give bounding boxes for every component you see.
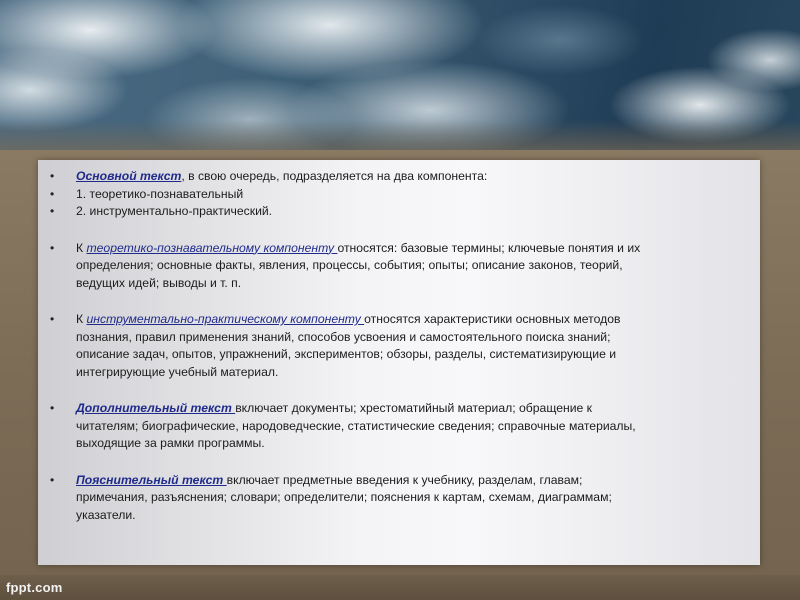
bullet-marker: • [50, 240, 55, 255]
content-panel: • Основной текст, в свою очередь, подраз… [38, 160, 760, 565]
text-segment: 2. инструментально-практический. [76, 204, 273, 218]
bullet-marker: • [50, 186, 55, 201]
bullet-component-2: • 2. инструментально-практический. [50, 203, 756, 221]
footer-bar [0, 575, 800, 600]
bullet-main-text: • Основной текст, в свою очередь, подраз… [50, 168, 756, 186]
text-segment: включает документы; хрестоматийный матер… [235, 401, 593, 415]
term-theoretical-component: теоретико-познавательному компоненту [86, 240, 338, 255]
text-segment: включает предметные введения к учебнику,… [226, 472, 583, 487]
bullet-marker: • [50, 204, 55, 218]
text-segment: определения; основные факты, явления, пр… [76, 258, 623, 272]
footer-brand: fppt.com [6, 580, 63, 595]
term-additional-text: Дополнительный текст [76, 401, 236, 415]
term-main-text: Основной текст [76, 169, 182, 183]
text-segment: указатели. [76, 507, 136, 522]
term-instrumental-component: инструментально-практическому компоненту [86, 312, 365, 326]
sky-header-image [0, 0, 800, 160]
bullet-marker: • [50, 169, 55, 183]
text-segment: читателям; биографические, народоведческ… [76, 418, 636, 433]
text-segment: описание задач, опытов, упражнений, эксп… [76, 347, 617, 361]
text-segment: 1. теоретико-познавательный [76, 186, 244, 201]
text-segment: познания, правил применения знаний, спос… [76, 329, 611, 344]
bullet-marker: • [50, 472, 55, 487]
text-segment: ведущих идей; выводы и т. п. [76, 275, 242, 290]
bullet-instrumental-component: • К инструментально-практическому компон… [50, 311, 756, 381]
text-segment: К [76, 312, 87, 326]
text-segment: , в свою очередь, подразделяется на два … [181, 169, 488, 183]
bullet-theoretical-component: • К теоретико-познавательному компоненту… [50, 240, 756, 293]
text-segment: примечания, разъяснения; словари; опреде… [76, 490, 612, 504]
slide-text: • Основной текст, в свою очередь, подраз… [50, 168, 756, 525]
bullet-marker: • [50, 401, 55, 415]
bullet-additional-text: • Дополнительный текст включает документ… [50, 400, 756, 453]
text-segment: относятся характеристики основных методо… [364, 312, 621, 326]
text-segment: К [76, 240, 87, 255]
text-segment: выходящие за рамки программы. [76, 436, 265, 450]
bullet-explanatory-text: • Пояснительный текст включает предметны… [50, 472, 756, 525]
text-segment: относятся: базовые термины; ключевые пон… [337, 240, 641, 255]
term-explanatory-text: Пояснительный текст [76, 472, 227, 487]
text-segment: интегрирующие учебный материал. [76, 364, 279, 379]
slide: • Основной текст, в свою очередь, подраз… [0, 0, 800, 600]
bullet-component-1: • 1. теоретико-познавательный [50, 186, 756, 204]
bullet-marker: • [50, 312, 55, 326]
